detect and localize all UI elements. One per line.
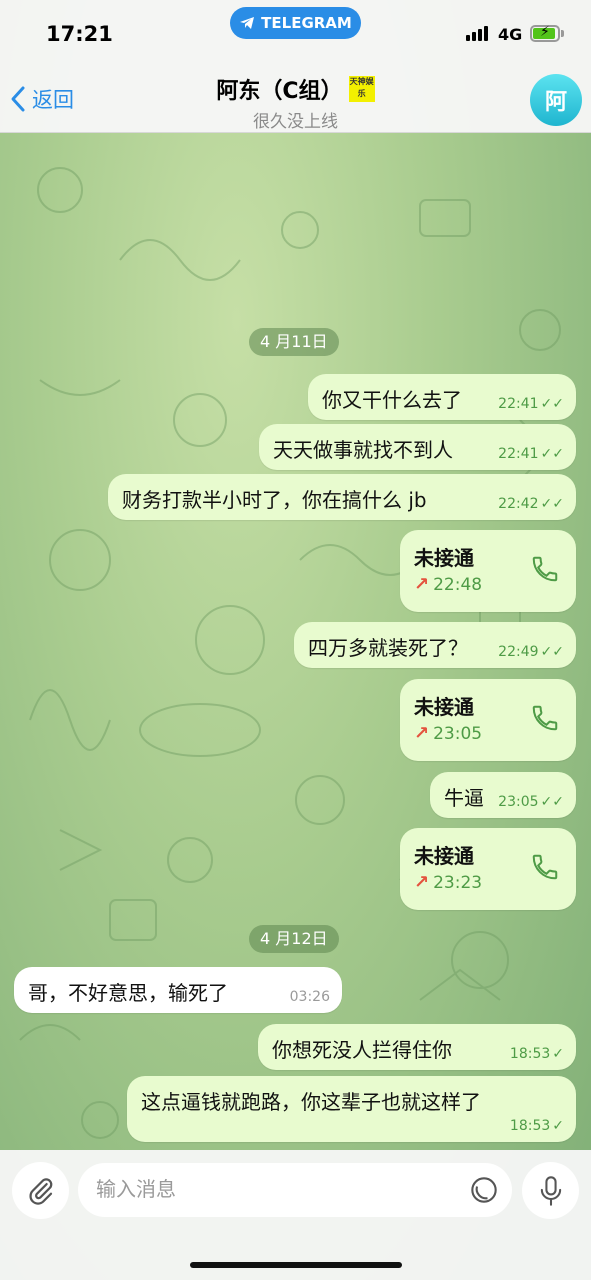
message-time: 22:41 — [498, 446, 539, 462]
message-time: 23:05 — [498, 794, 539, 810]
message-text: 财务打款半小时了，你在搞什么 jb — [122, 488, 427, 512]
home-indicator — [190, 1262, 402, 1268]
date-text: 4 月11日 — [260, 332, 328, 351]
network-type: 4G — [498, 25, 523, 44]
call-time: 23:23 — [433, 872, 483, 893]
missed-call-bubble[interactable]: 未接通 ↗ 23:23 — [400, 828, 576, 910]
message-text: 四万多就装死了？ — [308, 636, 468, 660]
avatar[interactable]: 阿 — [530, 74, 582, 126]
message-bubble-outgoing[interactable]: 天天做事就找不到人 22:41 ✓✓ — [259, 424, 576, 470]
message-time: 18:53 — [509, 1046, 551, 1062]
date-separator: 4 月12日 — [249, 925, 339, 953]
status-time: 17:21 — [46, 22, 113, 46]
battery-icon: ⚡ — [530, 24, 560, 42]
phone-icon[interactable] — [530, 703, 560, 733]
message-text: 天天做事就找不到人 — [273, 438, 453, 462]
missed-call-bubble[interactable]: 未接通 ↗ 23:05 — [400, 679, 576, 761]
message-input-field[interactable] — [78, 1163, 512, 1217]
emoji-status-badge: 天神娱乐 — [348, 76, 375, 102]
paperclip-icon — [28, 1177, 52, 1205]
avatar-letter: 阿 — [544, 90, 567, 115]
call-status: 未接通 — [414, 546, 474, 570]
telegram-pill[interactable]: TELEGRAM — [230, 7, 361, 39]
message-bubble-outgoing[interactable]: 四万多就装死了？ 22:49 ✓✓ — [294, 622, 576, 668]
signal-icon — [466, 26, 488, 41]
message-text: 牛逼 — [444, 786, 484, 810]
chat-header: 17:21 TELEGRAM 4G ⚡ 返回 阿东（C组） 天神娱乐 很久没上线… — [0, 0, 591, 133]
date-separator: 4 月11日 — [249, 328, 339, 356]
message-time: 18:53 — [509, 1118, 551, 1134]
message-bubble-incoming[interactable]: 哥，不好意思，输死了 03:26 — [14, 967, 342, 1013]
read-checks-icon: ✓✓ — [540, 794, 564, 810]
phone-icon[interactable] — [530, 852, 560, 882]
outgoing-arrow-icon: ↗ — [414, 574, 430, 595]
read-checks-icon: ✓✓ — [540, 644, 564, 660]
message-input[interactable] — [94, 1176, 458, 1202]
message-bubble-outgoing[interactable]: 你又干什么去了 22:41 ✓✓ — [308, 374, 576, 420]
voice-record-button[interactable] — [522, 1162, 579, 1219]
missed-call-bubble[interactable]: 未接通 ↗ 22:48 — [400, 530, 576, 612]
message-text: 哥，不好意思，输死了 — [28, 981, 228, 1005]
message-bubble-outgoing[interactable]: 你想死没人拦得住你 18:53 ✓ — [258, 1024, 576, 1070]
message-time: 22:49 — [498, 644, 539, 660]
attach-button[interactable] — [12, 1162, 69, 1219]
read-check-icon: ✓ — [552, 1118, 564, 1134]
chat-title-area[interactable]: 阿东（C组） 天神娱乐 很久没上线 — [0, 73, 591, 132]
phone-icon[interactable] — [530, 554, 560, 584]
message-time: 22:42 — [498, 496, 539, 512]
message-bubble-outgoing[interactable]: 这点逼钱就跑路，你这辈子也就这样了 18:53 ✓ — [127, 1076, 576, 1142]
message-text: 这点逼钱就跑路，你这辈子也就这样了 — [141, 1090, 481, 1114]
battery-tip — [561, 30, 564, 37]
read-checks-icon: ✓✓ — [540, 396, 564, 412]
call-time: 23:05 — [433, 723, 483, 744]
call-status: 未接通 — [414, 844, 474, 868]
call-status: 未接通 — [414, 695, 474, 719]
telegram-plane-icon — [240, 17, 255, 29]
outgoing-arrow-icon: ↗ — [414, 872, 430, 893]
message-text: 你又干什么去了 — [322, 388, 462, 412]
message-time: 22:41 — [498, 396, 539, 412]
call-time: 22:48 — [433, 574, 483, 595]
message-bubble-outgoing[interactable]: 财务打款半小时了，你在搞什么 jb 22:42 ✓✓ — [108, 474, 576, 520]
contact-name: 阿东（C组） — [216, 79, 343, 104]
message-bubble-outgoing[interactable]: 牛逼 23:05 ✓✓ — [430, 772, 576, 818]
message-text: 你想死没人拦得住你 — [272, 1038, 452, 1062]
outgoing-arrow-icon: ↗ — [414, 723, 430, 744]
contact-status: 很久没上线 — [253, 112, 338, 132]
sticker-icon[interactable] — [470, 1176, 498, 1204]
read-checks-icon: ✓✓ — [540, 446, 564, 462]
telegram-pill-label: TELEGRAM — [261, 14, 352, 32]
composer-bar — [0, 1150, 591, 1280]
read-checks-icon: ✓✓ — [540, 496, 564, 512]
date-text: 4 月12日 — [260, 929, 328, 948]
microphone-icon — [540, 1175, 561, 1206]
read-check-icon: ✓ — [552, 1046, 564, 1062]
message-time: 03:26 — [289, 989, 330, 1005]
